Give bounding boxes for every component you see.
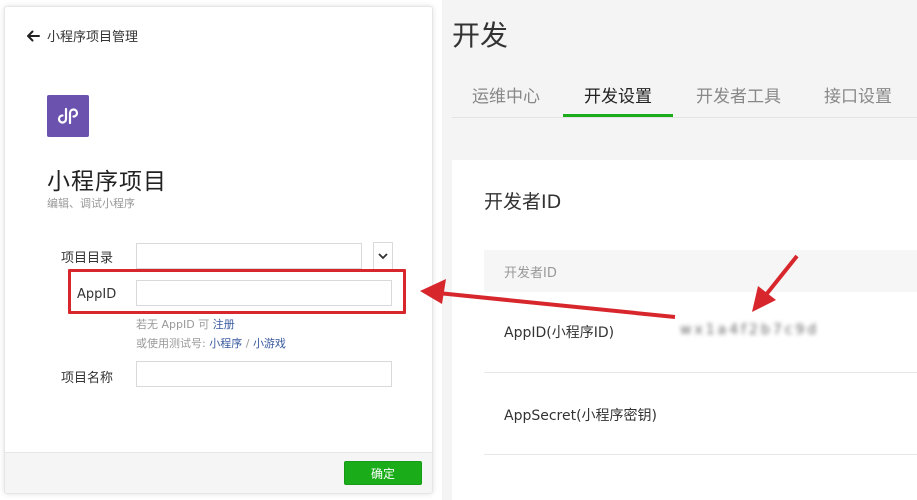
row-divider <box>484 372 917 373</box>
page-title: 小程序项目 <box>47 169 167 195</box>
register-link[interactable]: 注册 <box>213 318 235 331</box>
test-miniprogram-link[interactable]: 小程序 <box>209 337 242 350</box>
appid-value: wx1a4f2b7c9d <box>680 322 820 338</box>
back-link[interactable]: 小程序项目管理 <box>25 26 138 45</box>
row-divider <box>484 454 917 455</box>
project-dir-input[interactable] <box>136 243 362 269</box>
table-header: 开发者ID <box>484 250 917 292</box>
page-subtitle: 编辑、调试小程序 <box>47 197 135 210</box>
hint-text: 或使用测试号: <box>136 337 206 350</box>
project-name-input[interactable] <box>136 361 392 387</box>
hint-separator: / <box>245 337 250 350</box>
project-dir-dropdown[interactable] <box>373 242 393 270</box>
confirm-button[interactable]: 确定 <box>344 461 422 485</box>
developer-id-card: 开发者ID 开发者ID AppID(小程序ID) wx1a4f2b7c9d Ap… <box>452 160 917 500</box>
project-name-label: 项目名称 <box>61 371 114 386</box>
project-dialog: 小程序项目管理 小程序项目 编辑、调试小程序 项目目录 AppID 若无 App… <box>4 6 433 494</box>
tab-dev-tools[interactable]: 开发者工具 <box>696 82 781 107</box>
settings-tabs: 运维中心 开发设置 开发者工具 接口设置 <box>452 66 917 118</box>
appid-row-label: AppID(小程序ID) <box>504 325 615 341</box>
appid-highlight-box <box>68 269 406 314</box>
hint-text: 若无 AppID 可 <box>136 318 210 331</box>
project-dir-label: 项目目录 <box>61 251 114 266</box>
tab-api-settings[interactable]: 接口设置 <box>824 82 892 107</box>
page-heading: 开发 <box>452 19 509 52</box>
miniprogram-logo-icon <box>47 95 89 137</box>
tab-dev-settings[interactable]: 开发设置 <box>584 82 652 107</box>
appid-hint-test: 或使用测试号: 小程序 / 小游戏 <box>136 335 286 351</box>
dialog-footer: 确定 <box>5 452 432 493</box>
chevron-down-icon <box>378 253 388 260</box>
table-header-label: 开发者ID <box>504 266 557 281</box>
appsecret-row-label: AppSecret(小程序密钥) <box>504 408 658 424</box>
back-arrow-icon[interactable] <box>25 28 41 44</box>
back-label[interactable]: 小程序项目管理 <box>47 26 138 45</box>
tab-ops-center[interactable]: 运维中心 <box>472 82 540 107</box>
tabs-divider <box>452 117 917 118</box>
test-minigame-link[interactable]: 小游戏 <box>253 337 286 350</box>
section-title: 开发者ID <box>484 191 562 213</box>
appid-hint-register: 若无 AppID 可 注册 <box>136 316 235 332</box>
